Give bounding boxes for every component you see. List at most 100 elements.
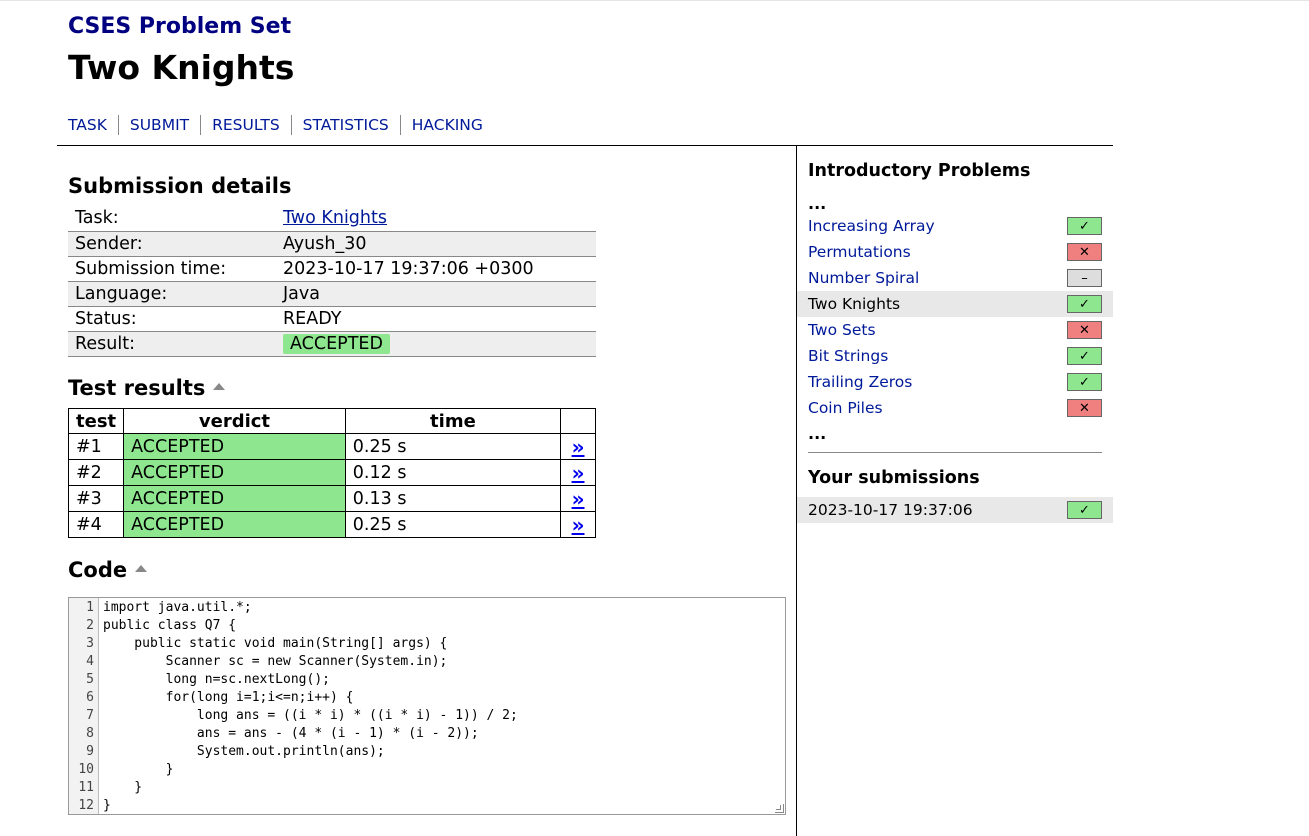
detail-row: Task: Two Knights xyxy=(68,206,596,232)
code-lines[interactable]: import java.util.*; public class Q7 { pub… xyxy=(99,598,518,814)
list-item[interactable]: Bit Strings ✓ xyxy=(797,343,1113,369)
test-time: 0.25 s xyxy=(344,511,562,538)
problem-link[interactable]: Number Spiral xyxy=(808,269,919,287)
check-icon: ✓ xyxy=(1067,347,1102,365)
code-line: import java.util.*; xyxy=(103,600,252,615)
site-title[interactable]: CSES Problem Set xyxy=(68,14,291,39)
problem-link[interactable]: Two Sets xyxy=(808,321,876,339)
view-test-arrow-icon[interactable]: » xyxy=(560,485,596,512)
detail-value: 2023-10-17 19:37:06 +0300 xyxy=(276,256,596,282)
list-item-current: Two Knights ✓ xyxy=(797,291,1113,317)
line-number: 7 xyxy=(86,708,94,723)
nav-statistics[interactable]: STATISTICS xyxy=(290,115,400,135)
code-line: ans = ans - (4 * (i - 1) * (i - 2)); xyxy=(103,726,479,741)
line-number: 9 xyxy=(86,744,94,759)
collapse-triangle-icon[interactable] xyxy=(135,564,148,572)
code-line: long ans = ((i * i) * ((i * i) - 1)) / 2… xyxy=(103,708,518,723)
problem-link[interactable]: Permutations xyxy=(808,243,911,261)
code-heading[interactable]: Code xyxy=(68,558,148,582)
view-test-arrow-icon[interactable]: » xyxy=(560,511,596,538)
code-line: System.out.println(ans); xyxy=(103,744,385,759)
test-results-heading-text: Test results xyxy=(68,376,206,400)
check-icon: ✓ xyxy=(1067,217,1102,235)
test-time: 0.12 s xyxy=(344,459,562,486)
test-verdict: ACCEPTED xyxy=(123,511,346,538)
view-test-arrow-icon[interactable]: » xyxy=(560,433,596,460)
cross-icon: ✕ xyxy=(1067,321,1102,339)
line-number: 1 xyxy=(86,600,94,615)
code-editor[interactable]: 1 2 3 4 5 6 7 8 9 10 11 12 import java.util.*; publi… xyxy=(68,597,786,815)
test-number: #3 xyxy=(67,485,125,512)
sidebar-heading: Introductory Problems xyxy=(808,161,1031,181)
problem-link[interactable]: Trailing Zeros xyxy=(808,373,912,391)
current-problem-label: Two Knights xyxy=(808,295,901,313)
test-verdict: ACCEPTED xyxy=(123,433,346,460)
column-header-time: time xyxy=(344,408,562,434)
submission-details-heading: Submission details xyxy=(68,174,292,198)
test-number: #4 xyxy=(67,511,125,538)
sidebar-separator xyxy=(808,452,1102,453)
cross-icon: ✕ xyxy=(1067,243,1102,261)
result-badge: ACCEPTED xyxy=(283,333,390,354)
nav-hacking[interactable]: HACKING xyxy=(399,115,494,135)
table-row: #1 ACCEPTED 0.25 s » xyxy=(67,433,596,460)
line-number: 6 xyxy=(86,690,94,705)
test-verdict: ACCEPTED xyxy=(123,459,346,486)
nav-submit[interactable]: SUBMIT xyxy=(117,115,200,135)
list-item[interactable]: Two Sets ✕ xyxy=(797,317,1113,343)
table-row: #4 ACCEPTED 0.25 s » xyxy=(67,511,596,538)
list-item[interactable]: Permutations ✕ xyxy=(797,239,1113,265)
list-item[interactable]: Number Spiral – xyxy=(797,265,1113,291)
submission-details-table: Task: Two Knights Sender: Ayush_30 Submi… xyxy=(68,206,596,357)
detail-row: Status: READY xyxy=(68,306,596,332)
table-row: #3 ACCEPTED 0.13 s » xyxy=(67,485,596,512)
line-number: 12 xyxy=(78,798,94,813)
detail-row: Result: ACCEPTED xyxy=(68,331,596,357)
resize-handle-icon[interactable] xyxy=(775,804,784,813)
line-number: 8 xyxy=(86,726,94,741)
code-line: Scanner sc = new Scanner(System.in); xyxy=(103,654,448,669)
list-item[interactable]: Increasing Array ✓ xyxy=(797,213,1113,239)
test-verdict: ACCEPTED xyxy=(123,485,346,512)
detail-label: Language: xyxy=(68,281,276,307)
collapse-triangle-icon[interactable] xyxy=(213,382,226,390)
test-time: 0.25 s xyxy=(344,433,562,460)
code-line: } xyxy=(103,780,143,795)
sidebar-ellipsis-bottom: ... xyxy=(808,424,827,443)
column-header-verdict: verdict xyxy=(123,408,346,434)
line-number: 11 xyxy=(78,780,94,795)
view-test-arrow-icon[interactable]: » xyxy=(560,459,596,486)
submissions-list: 2023-10-17 19:37:06 ✓ xyxy=(797,497,1113,523)
table-header-row: test verdict time xyxy=(67,408,596,434)
check-icon: ✓ xyxy=(1067,501,1102,519)
code-line: public class Q7 { xyxy=(103,618,237,633)
code-line: for(long i=1;i<=n;i++) { xyxy=(103,690,354,705)
check-icon: ✓ xyxy=(1067,295,1102,313)
check-icon: ✓ xyxy=(1067,373,1102,391)
code-line: } xyxy=(103,798,111,813)
dash-icon: – xyxy=(1067,269,1102,287)
submissions-heading: Your submissions xyxy=(808,468,980,488)
detail-row: Language: Java xyxy=(68,281,596,307)
submission-item[interactable]: 2023-10-17 19:37:06 ✓ xyxy=(797,497,1113,523)
test-results-table: test verdict time #1 ACCEPTED 0.25 s » #… xyxy=(67,408,596,538)
line-number: 10 xyxy=(78,762,94,777)
nav-results[interactable]: RESULTS xyxy=(200,115,291,135)
submission-time[interactable]: 2023-10-17 19:37:06 xyxy=(808,501,973,519)
test-results-heading[interactable]: Test results xyxy=(68,376,226,400)
detail-value: READY xyxy=(276,306,596,332)
task-link[interactable]: Two Knights xyxy=(283,208,387,228)
problem-link[interactable]: Coin Piles xyxy=(808,399,883,417)
problem-link[interactable]: Bit Strings xyxy=(808,347,888,365)
sidebar-category: Introductory Problems xyxy=(808,161,1102,181)
list-item[interactable]: Trailing Zeros ✓ xyxy=(797,369,1113,395)
nav-task[interactable]: TASK xyxy=(68,115,118,135)
detail-label: Sender: xyxy=(68,231,276,257)
code-heading-text: Code xyxy=(68,558,128,582)
list-item[interactable]: Coin Piles ✕ xyxy=(797,395,1113,421)
detail-label: Status: xyxy=(68,306,276,332)
submissions-section: Your submissions xyxy=(808,468,1102,488)
detail-value: Two Knights xyxy=(276,206,596,232)
header-divider xyxy=(57,145,1113,146)
problem-link[interactable]: Increasing Array xyxy=(808,217,935,235)
